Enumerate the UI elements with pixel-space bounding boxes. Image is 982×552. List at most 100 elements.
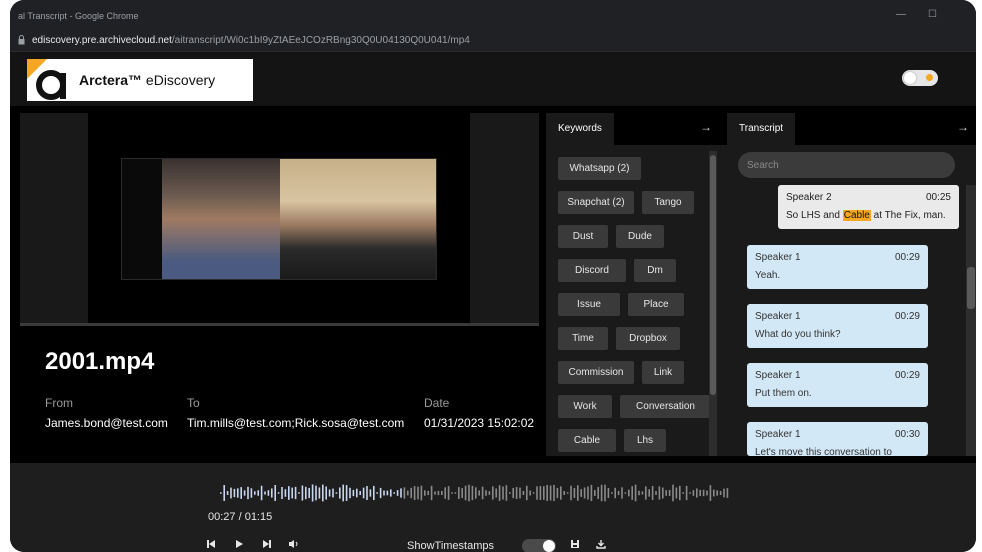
keyword-chip[interactable]: Discord	[558, 259, 626, 282]
waveform-bar	[682, 492, 684, 494]
waveform-bar	[638, 490, 640, 496]
skip-forward-icon[interactable]	[262, 539, 272, 549]
tab-keywords[interactable]: Keywords	[546, 113, 614, 145]
waveform-bar	[583, 487, 586, 499]
waveform-bar	[447, 486, 450, 500]
transcript-message[interactable]: Speaker 2 00:25 So LHS and Cable at The …	[778, 185, 959, 229]
keyword-chip[interactable]: Time	[558, 327, 608, 350]
transcript-search-input[interactable]: Search	[738, 152, 955, 178]
video-participant-2	[280, 159, 436, 279]
keyword-chip[interactable]: Tango	[642, 191, 694, 214]
waveform-bar	[672, 484, 674, 502]
waveform-bar	[308, 487, 310, 499]
waveform-bar	[726, 488, 729, 498]
tab-transcript[interactable]: Transcript	[727, 113, 796, 145]
waveform-bar	[539, 486, 542, 500]
waveform-bar	[230, 487, 232, 499]
address-bar[interactable]: ediscovery.pre.archivecloud.net/aitransc…	[10, 30, 976, 52]
waveform-bar	[335, 492, 338, 494]
theme-toggle-knob	[904, 72, 916, 84]
keyword-chip[interactable]: Commission	[558, 361, 634, 384]
waveform-bar	[723, 488, 725, 498]
transcript-message[interactable]: Speaker 1 00:30 Let's move this conversa…	[747, 422, 928, 456]
date-label: Date	[424, 396, 450, 410]
keyword-chip[interactable]: Whatsapp (2)	[558, 157, 641, 180]
keyword-chip[interactable]: Conversation	[620, 395, 711, 418]
waveform-bar	[288, 486, 290, 500]
waveform-bar	[594, 490, 596, 496]
keyword-chip[interactable]: Dust	[558, 225, 608, 248]
keyword-chip[interactable]: Link	[642, 361, 684, 384]
keyword-chip[interactable]: Snapchat (2)	[558, 191, 634, 214]
keyword-chip[interactable]: Cable	[558, 429, 616, 452]
keyword-chip[interactable]: Lhs	[624, 429, 666, 452]
keyword-chip[interactable]: Dude	[616, 225, 664, 248]
maximize-icon[interactable]: ☐	[928, 9, 937, 20]
message-text: So LHS and Cable at The Fix, man.	[786, 210, 946, 221]
waveform-bar	[461, 488, 463, 498]
waveform-bar	[437, 490, 440, 496]
transcript-expand-arrow-icon[interactable]: →	[957, 120, 969, 134]
waveform-bar	[532, 492, 535, 494]
show-timestamps-toggle[interactable]	[522, 539, 556, 552]
keywords-expand-arrow-icon[interactable]: →	[700, 120, 712, 134]
minimize-icon[interactable]: —	[896, 9, 906, 20]
theme-toggle[interactable]	[902, 70, 938, 86]
waveform-bar	[522, 490, 525, 496]
waveform-bar	[468, 484, 470, 502]
waveform-bar	[634, 484, 637, 502]
waveform-bar	[267, 490, 270, 496]
waveform-bar	[247, 486, 249, 500]
waveform-bar	[658, 486, 661, 500]
save-icon[interactable]	[570, 539, 580, 549]
keywords-panel: Keywords → Whatsapp (2) Snapchat (2) Tango…	[546, 113, 729, 456]
waveform-bar	[393, 492, 395, 494]
waveform-bar	[223, 485, 225, 501]
keyword-highlight[interactable]: Cable	[842, 210, 871, 221]
volume-icon[interactable]	[288, 539, 300, 549]
brand-logo[interactable]: Arctera™ eDiscovery	[27, 59, 253, 101]
transcript-scroll-thumb[interactable]	[967, 267, 975, 309]
download-icon[interactable]	[596, 539, 606, 549]
waveform-bar	[376, 492, 378, 494]
waveform-bar	[373, 485, 375, 501]
waveform-bar	[563, 491, 565, 495]
app-window: al Transcript - Google Chrome — ☐ edisco…	[10, 0, 976, 552]
message-text: Yeah.	[755, 270, 781, 281]
waveform-bar	[403, 487, 406, 499]
message-text: Let's move this conversation to	[755, 447, 892, 456]
media-pane: 2001.mp4 From James.bond@test.com To Tim…	[20, 113, 539, 463]
transcript-message[interactable]: Speaker 1 00:29 What do you think?	[747, 304, 928, 348]
play-icon[interactable]	[234, 539, 244, 549]
keyword-chip[interactable]: Place	[628, 293, 684, 316]
waveform-bar	[366, 486, 368, 500]
keywords-panel-header: Keywords →	[546, 113, 729, 145]
url-host: ediscovery.pre.archivecloud.net	[32, 35, 172, 46]
waveform-bar	[359, 491, 361, 495]
transcript-scrollbar[interactable]	[966, 185, 976, 456]
waveform-bar	[250, 488, 253, 498]
keyword-chip[interactable]: Issue	[558, 293, 620, 316]
keyword-chip[interactable]: Dm	[634, 259, 676, 282]
lock-icon	[18, 35, 25, 45]
waveform-bar	[570, 485, 572, 501]
waveform-bar	[655, 491, 657, 495]
keyword-chip[interactable]: Dropbox	[616, 327, 680, 350]
waveform-bar	[675, 487, 678, 499]
from-label: From	[45, 396, 73, 410]
video-scrub-bar[interactable]	[20, 323, 539, 326]
waveform-bar	[396, 490, 399, 496]
keyword-chip[interactable]: Work	[558, 395, 612, 418]
waveform-bar	[386, 490, 389, 496]
video-player[interactable]	[20, 113, 539, 326]
transcript-message[interactable]: Speaker 1 00:29 Put them on.	[747, 363, 928, 407]
waveform-bar	[362, 487, 365, 499]
skip-back-icon[interactable]	[206, 539, 216, 549]
transcript-message[interactable]: Speaker 1 00:29 Yeah.	[747, 245, 928, 289]
audio-waveform[interactable]	[210, 482, 730, 504]
waveform-bar	[444, 487, 446, 499]
waveform-bar	[451, 492, 453, 494]
keywords-scroll-thumb[interactable]	[710, 155, 716, 395]
keywords-scrollbar[interactable]	[709, 151, 717, 456]
waveform-bar	[383, 490, 385, 496]
